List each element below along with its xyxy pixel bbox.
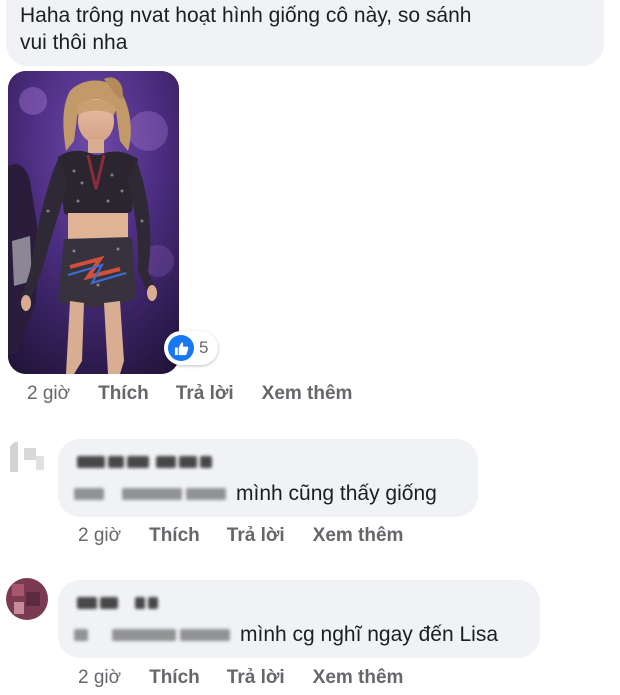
comment-timestamp[interactable]: 2 giờ: [27, 383, 70, 405]
author-name-blurred[interactable]: [74, 449, 464, 475]
comment-photo[interactable]: [8, 71, 179, 374]
reply-bubble: mình cũng thấy giống: [58, 439, 478, 517]
mention-blurred[interactable]: [74, 488, 104, 500]
avatar[interactable]: [6, 438, 48, 480]
mention-blurred[interactable]: [74, 629, 88, 641]
reply-link[interactable]: Trả lời: [227, 525, 285, 547]
reply-actions: 2 giờ Thích Trả lời Xem thêm: [78, 525, 403, 547]
comment-bubble: Haha trông nvat hoạt hình giống cô này, …: [6, 0, 604, 66]
like-link[interactable]: Thích: [149, 525, 200, 547]
reaction-count: 5: [199, 338, 209, 357]
reply-text: mình cg nghĩ ngay đến Lisa: [240, 623, 499, 646]
see-more-link[interactable]: Xem thêm: [313, 525, 404, 547]
reply-timestamp[interactable]: 2 giờ: [78, 667, 121, 689]
reaction-badge[interactable]: 5: [164, 331, 219, 365]
reply-actions: 2 giờ Thích Trả lời Xem thêm: [78, 667, 403, 689]
like-icon: [168, 335, 194, 361]
reply-link[interactable]: Trả lời: [227, 667, 285, 689]
performer-photo-illustration: [8, 71, 179, 374]
like-link[interactable]: Thích: [98, 383, 149, 405]
like-link[interactable]: Thích: [149, 667, 200, 689]
comment-text-line-1: Haha trông nvat hoạt hình giống cô này, …: [20, 4, 472, 27]
reply-text: mình cũng thấy giống: [236, 482, 437, 505]
comment-actions: 2 giờ Thích Trả lời Xem thêm: [27, 383, 352, 405]
reply-timestamp[interactable]: 2 giờ: [78, 525, 121, 547]
comment-text-line-2: vui thôi nha: [20, 31, 128, 54]
see-more-link[interactable]: Xem thêm: [262, 383, 353, 405]
avatar[interactable]: [6, 578, 48, 620]
author-name-blurred[interactable]: [74, 590, 526, 616]
reply-bubble: mình cg nghĩ ngay đến Lisa: [58, 580, 540, 658]
reply-link[interactable]: Trả lời: [176, 383, 234, 405]
see-more-link[interactable]: Xem thêm: [313, 667, 404, 689]
